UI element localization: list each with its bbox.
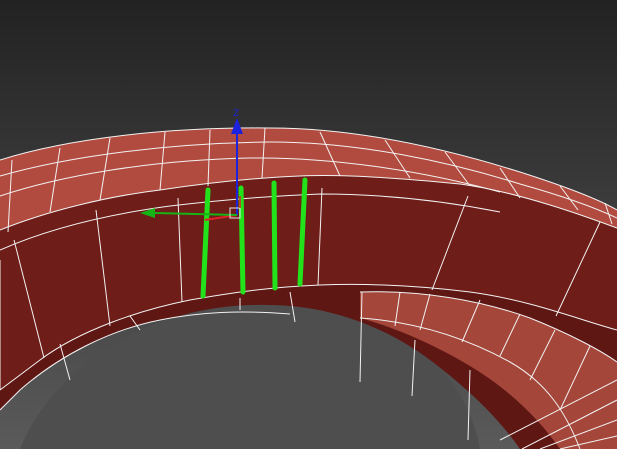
- ring-mesh[interactable]: [0, 127, 617, 449]
- viewport-canvas[interactable]: Z: [0, 0, 617, 449]
- selected-edge[interactable]: [238, 185, 246, 295]
- gizmo-z-label: Z: [233, 109, 239, 119]
- selected-edge[interactable]: [271, 180, 278, 291]
- 3d-viewport[interactable]: Z: [0, 0, 617, 449]
